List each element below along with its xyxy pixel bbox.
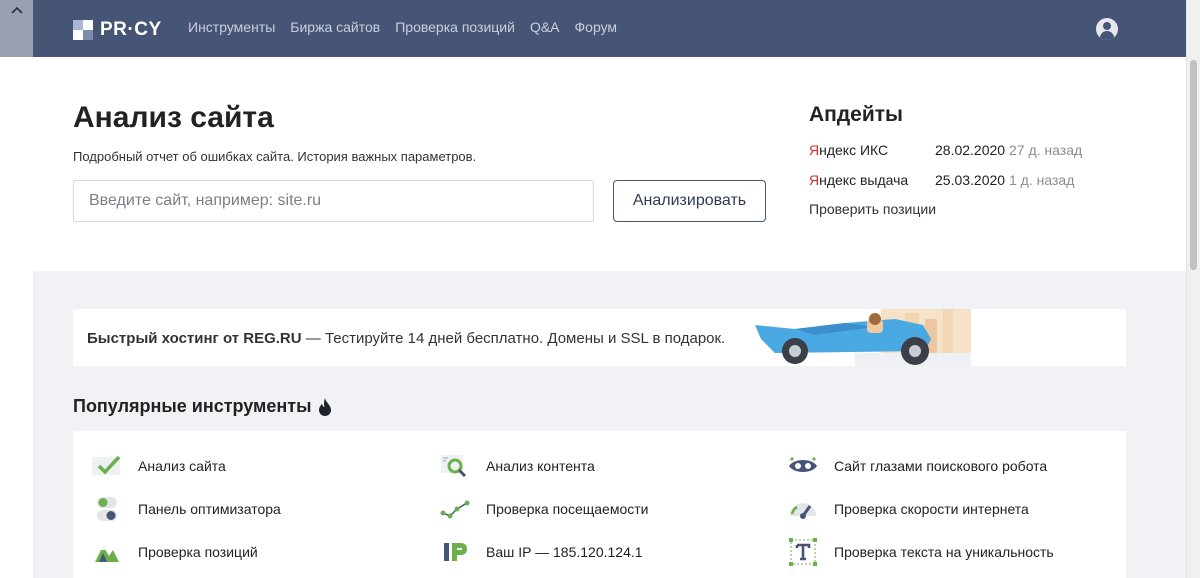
race-car-illustration [755,309,971,366]
ip-icon [439,538,471,566]
tool-text-uniqueness[interactable]: Проверка текста на уникальность [787,538,1054,566]
line-graph-icon [439,495,471,523]
site-url-input[interactable] [73,180,594,222]
popular-tools-panel: Анализ сайта Панель оптимизатора Проверк… [73,431,1126,578]
analyze-button[interactable]: Анализировать [613,180,766,222]
speedometer-icon [787,495,819,523]
checkmark-icon [91,452,123,480]
update-name[interactable]: Яндекс ИКС [809,142,935,158]
nav-position-check[interactable]: Проверка позиций [395,19,515,35]
collapse-button[interactable] [0,0,33,57]
page-subtitle: Подробный отчет об ошибках сайта. Истори… [73,149,477,164]
update-ago: 1 д. назад [1009,172,1075,188]
ad-text: Быстрый хостинг от REG.RU — Тестируйте 1… [87,330,726,347]
updates-panel: Апдейты Яндекс ИКС 28.02.2020 27 д. наза… [809,103,1169,217]
tool-internet-speed[interactable]: Проверка скорости интернета [787,495,1029,523]
robot-eyes-icon [787,452,819,480]
vertical-scrollbar[interactable] [1186,0,1200,578]
top-navbar: PR·CY Инструменты Биржа сайтов Проверка … [33,0,1186,57]
tool-your-ip[interactable]: Ваш IP — 185.120.124.1 [439,538,643,566]
update-row-yandex-iks: Яндекс ИКС 28.02.2020 27 д. назад [809,142,1082,158]
tool-traffic-check[interactable]: Проверка посещаемости [439,495,648,523]
hero-section: Анализ сайта Подробный отчет об ошибках … [33,57,1186,271]
user-avatar-icon[interactable] [1096,18,1118,40]
update-date: 28.02.2020 [935,142,1006,158]
tool-robot-view[interactable]: Сайт глазами поискового робота [787,452,1047,480]
update-name[interactable]: Яндекс выдача [809,172,935,188]
nav-qa[interactable]: Q&A [530,19,560,35]
main-nav: Инструменты Биржа сайтов Проверка позици… [188,19,617,35]
updates-title: Апдейты [809,103,903,126]
popular-tools-title: Популярные инструменты [73,396,332,417]
tool-position-check[interactable]: Проверка позиций [91,538,258,566]
left-panel-strip [0,0,33,578]
update-row-yandex-serp: Яндекс выдача 25.03.2020 1 д. назад [809,172,1074,188]
update-date: 25.03.2020 [935,172,1006,188]
ad-banner[interactable]: Быстрый хостинг от REG.RU — Тестируйте 1… [73,309,1126,366]
logo[interactable]: PR·CY [73,19,162,41]
toggle-panel-icon [91,495,123,523]
text-t-icon [787,538,819,566]
mountains-icon [91,538,123,566]
scrollbar-thumb[interactable] [1190,60,1197,270]
tool-content-analysis[interactable]: Анализ контента [439,452,595,480]
chevron-up-icon [10,6,23,14]
logo-mark-icon [73,20,93,40]
fire-icon [319,397,332,416]
nav-forum[interactable]: Форум [575,19,618,35]
update-ago: 27 д. назад [1009,142,1083,158]
logo-text: PR·CY [100,19,162,40]
magnifier-icon [439,452,471,480]
nav-tools[interactable]: Инструменты [188,19,275,35]
page-title: Анализ сайта [73,101,274,134]
check-positions-link[interactable]: Проверить позиции [809,201,936,217]
tool-optimizer-panel[interactable]: Панель оптимизатора [91,495,281,523]
nav-site-exchange[interactable]: Биржа сайтов [290,19,380,35]
tool-site-analysis[interactable]: Анализ сайта [91,452,226,480]
